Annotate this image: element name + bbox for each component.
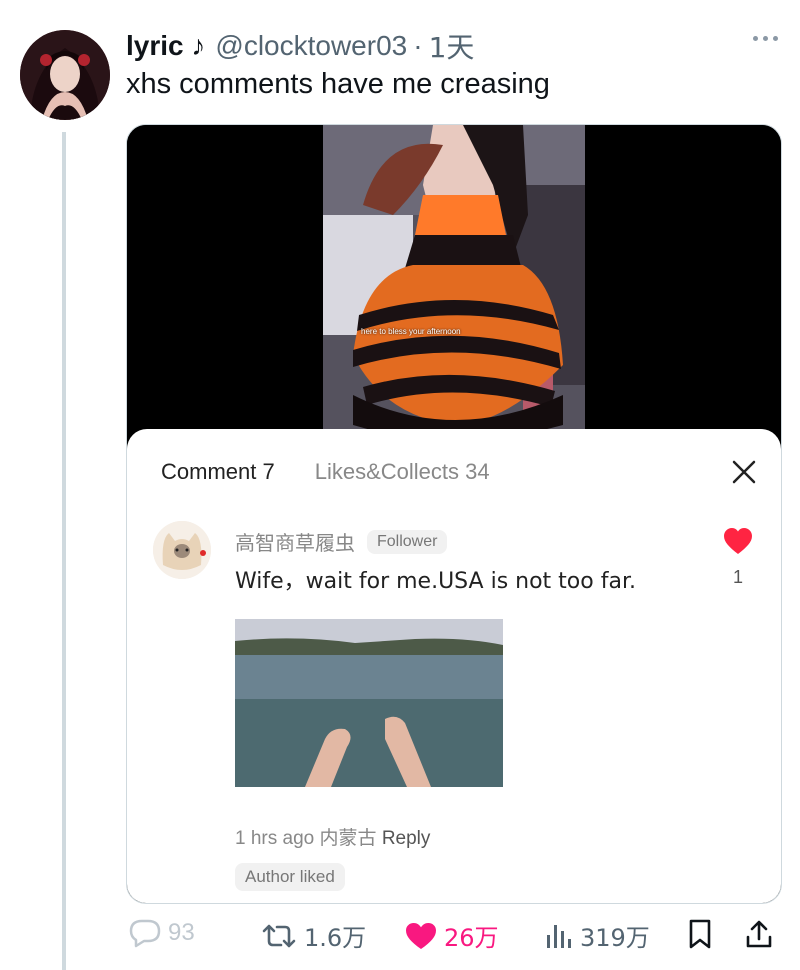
views-action[interactable]: 319万 [544, 918, 650, 953]
retweet-action[interactable]: 1.6万 [260, 918, 366, 953]
retweet-icon [262, 924, 296, 947]
like-count: 26万 [444, 924, 499, 952]
video-frame: here to bless your afternoon [323, 125, 585, 437]
action-bar: 93 1.6万 26万 319万 [126, 918, 780, 958]
author-avatar-image [20, 30, 110, 120]
share-action[interactable] [744, 918, 774, 950]
video-caption: here to bless your afternoon [361, 327, 461, 336]
comment-meta: 1 hrs ago 内蒙古 Reply [235, 823, 430, 850]
comment-image[interactable] [235, 619, 503, 787]
reply-icon [129, 919, 161, 948]
retweet-count: 1.6万 [304, 924, 367, 952]
media-card[interactable]: here to bless your afternoon Comment 7 L… [126, 124, 782, 904]
tweet-text: xhs comments have me creasing [126, 68, 550, 100]
comment-like-count: 1 [733, 567, 744, 587]
follower-badge: Follower [367, 529, 448, 554]
user-handle[interactable]: @clocktower03 [215, 30, 407, 62]
bookmark-action[interactable] [686, 918, 714, 950]
commenter-avatar[interactable] [153, 521, 211, 579]
lake-photo [235, 619, 503, 787]
tab-likes-collects[interactable]: Likes&Collects 34 [315, 459, 490, 485]
comment-tabs: Comment 7 Likes&Collects 34 [161, 459, 490, 485]
video-still [323, 125, 585, 437]
tweet-header: lyric ♪ @clocktower03 · 1天 [126, 28, 474, 64]
views-icon [547, 924, 571, 948]
liked-heart-icon [406, 922, 436, 949]
separator-dot: · [413, 30, 423, 61]
commenter-info: 高智商草履虫 Follower [235, 527, 448, 556]
share-icon [746, 920, 772, 948]
commenter-username[interactable]: 高智商草履虫 [235, 527, 355, 556]
video-player[interactable]: here to bless your afternoon [127, 125, 781, 437]
more-options-icon[interactable] [753, 36, 778, 41]
display-name[interactable]: lyric ♪ [126, 30, 205, 62]
views-count: 319万 [580, 924, 650, 952]
author-liked-badge: Author liked [235, 863, 345, 891]
reply-count: 93 [168, 919, 195, 946]
close-icon[interactable] [731, 459, 757, 485]
bookmark-icon [689, 919, 711, 949]
comment-location: 内蒙古 [319, 827, 377, 849]
heart-icon[interactable] [723, 527, 753, 555]
reply-action[interactable]: 93 [128, 918, 195, 948]
comment-text: Wife，wait for me.USA is not too far. [235, 569, 636, 594]
post-time[interactable]: 1天 [429, 26, 475, 66]
thread-line [62, 132, 66, 970]
cat-avatar-image [153, 521, 211, 579]
comment-time: 1 hrs ago [235, 828, 315, 849]
tab-comments[interactable]: Comment 7 [161, 459, 275, 485]
reply-button[interactable]: Reply [382, 828, 431, 849]
comment-sheet: Comment 7 Likes&Collects 34 高智商草履虫 Follo… [127, 429, 781, 903]
author-avatar[interactable] [20, 30, 110, 120]
like-action[interactable]: 26万 [404, 918, 499, 953]
